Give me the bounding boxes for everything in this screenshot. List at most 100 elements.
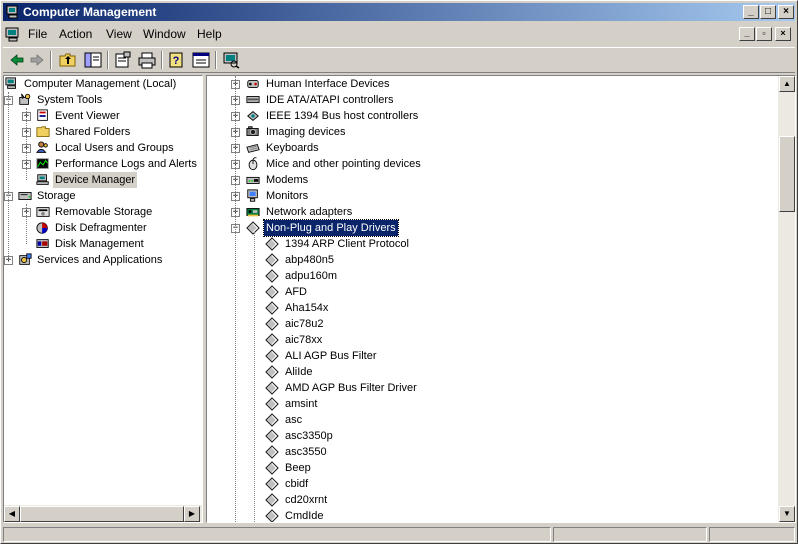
tree-item-disk-defragmenter[interactable]: Disk Defragmenter <box>4 220 200 236</box>
menu-file[interactable]: File <box>28 27 47 41</box>
driver-label: asc3350p <box>285 430 333 442</box>
tree-item-label: Device Manager <box>53 172 138 188</box>
storage-icon <box>18 192 32 200</box>
back-arrow-icon[interactable] <box>7 51 27 69</box>
driver-item[interactable]: aic78u2 <box>207 316 777 332</box>
tree-item-disk-management[interactable]: Disk Management <box>4 236 200 252</box>
scroll-up-button[interactable]: ▲ <box>779 76 795 92</box>
tree-item-device-manager[interactable]: Device Manager <box>4 172 200 188</box>
title-bar[interactable]: Computer Management _ □ × <box>3 3 795 21</box>
scroll-down-button[interactable]: ▼ <box>779 506 795 522</box>
left-horizontal-scrollbar[interactable]: ◀ ▶ <box>4 505 202 522</box>
driver-item[interactable]: 1394 ARP Client Protocol <box>207 236 777 252</box>
tree-item-shared-folders[interactable]: + Shared Folders <box>4 124 200 140</box>
device-category-mice-and-other-pointing-devices[interactable]: + Mice and other pointing devices <box>207 156 777 172</box>
console-icon[interactable] <box>5 26 21 42</box>
device-category-ide-ata-atapi-controllers[interactable]: + IDE ATA/ATAPI controllers <box>207 92 777 108</box>
device-category-label: IEEE 1394 Bus host controllers <box>266 110 419 122</box>
close-button[interactable]: × <box>778 5 794 19</box>
driver-item[interactable]: CmdIde <box>207 508 777 522</box>
scroll-thumb[interactable] <box>20 506 184 522</box>
device-list-pane: ▲ ▼ + Human Interface Devices + IDE ATA/ATA… <box>206 75 796 523</box>
driver-item[interactable]: AFD <box>207 284 777 300</box>
driver-item[interactable]: ALI AGP Bus Filter <box>207 348 777 364</box>
maximize-button[interactable]: □ <box>760 5 776 19</box>
mdi-minimize-button[interactable]: _ <box>739 27 755 41</box>
driver-item[interactable]: cd20xrnt <box>207 492 777 508</box>
device-category-label: Network adapters <box>266 206 353 218</box>
scan-hardware-icon[interactable] <box>221 51 241 69</box>
tree-item-label: Performance Logs and Alerts <box>55 158 197 170</box>
scroll-left-button[interactable]: ◀ <box>4 506 20 522</box>
device-category-imaging-devices[interactable]: + Imaging devices <box>207 124 777 140</box>
driver-icon <box>265 461 279 475</box>
driver-label: ALI AGP Bus Filter <box>285 350 377 362</box>
driver-item[interactable]: AliIde <box>207 364 777 380</box>
driver-item[interactable]: AMD AGP Bus Filter Driver <box>207 380 777 396</box>
tree-item-label: Computer Management (Local) <box>24 78 177 90</box>
properties-icon[interactable] <box>113 51 133 69</box>
print-icon[interactable] <box>137 51 157 69</box>
scroll-right-button[interactable]: ▶ <box>184 506 200 522</box>
tree-item-storage[interactable]: − Storage <box>4 188 200 204</box>
forward-arrow-icon[interactable] <box>27 51 47 69</box>
device-category-modems[interactable]: + Modems <box>207 172 777 188</box>
driver-icon <box>265 333 279 347</box>
device-category-human-interface-devices[interactable]: + Human Interface Devices <box>207 76 777 92</box>
device-category-ieee-1394-bus-host-controllers[interactable]: + IEEE 1394 Bus host controllers <box>207 108 777 124</box>
help-icon[interactable]: ? <box>167 51 187 69</box>
device-category-non-plug-and-play-drivers[interactable]: − Non-Plug and Play Drivers <box>207 219 777 237</box>
menu-view[interactable]: View <box>106 27 132 41</box>
device-category-monitors[interactable]: + Monitors <box>207 188 777 204</box>
driver-item[interactable]: abp480n5 <box>207 252 777 268</box>
driver-label: 1394 ARP Client Protocol <box>285 238 409 250</box>
tree-item-services-and-applications[interactable]: + Services and Applications <box>4 252 200 268</box>
keyboard-icon <box>246 143 260 153</box>
device-category-network-adapters[interactable]: + Network adapters <box>207 204 777 220</box>
menu-help[interactable]: Help <box>197 27 222 41</box>
show-hide-action-pane-icon[interactable] <box>191 51 211 69</box>
driver-item[interactable]: adpu160m <box>207 268 777 284</box>
driver-item[interactable]: asc <box>207 412 777 428</box>
right-vertical-scrollbar[interactable]: ▲ ▼ <box>778 76 795 522</box>
menu-action[interactable]: Action <box>59 27 92 41</box>
driver-item[interactable]: asc3550 <box>207 444 777 460</box>
driver-icon <box>265 237 279 251</box>
tree-connector-line <box>235 76 236 522</box>
driver-item[interactable]: amsint <box>207 396 777 412</box>
tree-connector-line <box>8 92 9 262</box>
driver-label: AFD <box>285 286 307 298</box>
tree-connector-line <box>26 204 27 244</box>
up-folder-icon[interactable] <box>58 51 78 69</box>
menu-window[interactable]: Window <box>143 27 186 41</box>
status-cell-2 <box>553 527 707 542</box>
mdi-restore-button[interactable]: ▫ <box>756 27 772 41</box>
tree-item-performance-logs-and-alerts[interactable]: + Performance Logs and Alerts <box>4 156 200 172</box>
tree-item-system-tools[interactable]: − System Tools <box>4 92 200 108</box>
tree-item-label: Shared Folders <box>55 126 131 138</box>
tree-item-label: Local Users and Groups <box>55 142 174 154</box>
driver-item[interactable]: Aha154x <box>207 300 777 316</box>
tree-item-computer-management-local-[interactable]: Computer Management (Local) <box>4 76 200 92</box>
driver-item[interactable]: Beep <box>207 460 777 476</box>
device-category-keyboards[interactable]: + Keyboards <box>207 140 777 156</box>
driver-item[interactable]: cbidf <box>207 476 777 492</box>
driver-item[interactable]: aic78xx <box>207 332 777 348</box>
minimize-button[interactable]: _ <box>743 5 759 19</box>
computer-management-icon <box>6 5 18 19</box>
monitor-icon <box>247 189 258 202</box>
tree-item-local-users-and-groups[interactable]: + Local Users and Groups <box>4 140 200 156</box>
main-window: Computer Management _ □ × File Action Vi… <box>0 0 798 544</box>
show-hide-tree-icon[interactable] <box>83 51 103 69</box>
driver-label: asc <box>285 414 303 426</box>
driver-item[interactable]: asc3350p <box>207 428 777 444</box>
hid-icon <box>247 80 259 88</box>
scroll-thumb[interactable] <box>779 136 795 212</box>
tree-item-label: Disk Defragmenter <box>55 222 147 234</box>
tree-item-event-viewer[interactable]: + Event Viewer <box>4 108 200 124</box>
toolbar-separator <box>107 51 109 69</box>
tree-item-removable-storage[interactable]: + Removable Storage <box>4 204 200 220</box>
driver-icon <box>265 429 279 443</box>
tree-connector-line <box>26 108 27 180</box>
mdi-close-button[interactable]: × <box>775 27 791 41</box>
